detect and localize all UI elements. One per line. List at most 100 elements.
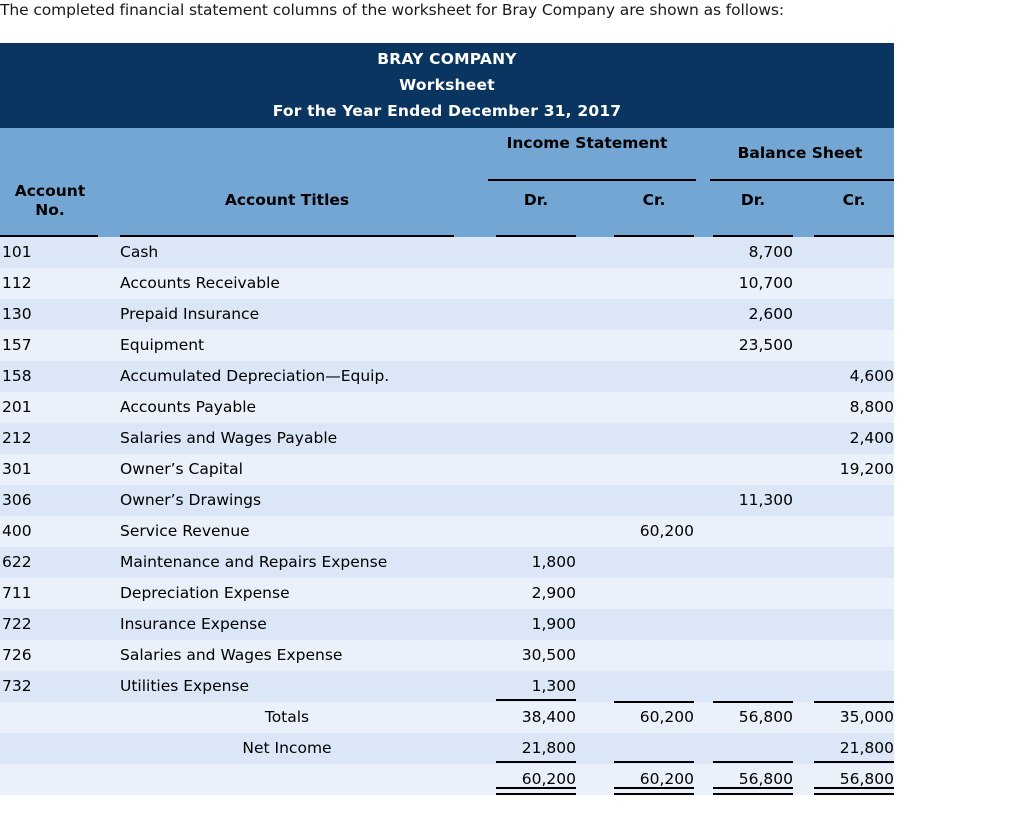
cell-is-dr [496, 423, 576, 454]
cell-is-dr: 38,400 [521, 708, 576, 726]
cell-bs-cr [814, 640, 894, 671]
group-rule-income-statement [488, 179, 696, 181]
cell-bs-cr: 2,400 [849, 429, 894, 447]
cell-is-cr [614, 671, 694, 702]
column-header-account-titles: Account Titles [224, 191, 350, 209]
cell-is-cr: 60,200 [614, 701, 694, 733]
intro-text: The completed financial statement column… [0, 1, 785, 19]
group-rule-balance-sheet [710, 179, 894, 181]
cell-is-cr: 60,200 [639, 522, 694, 540]
cell-is-dr: 60,200 [496, 764, 576, 795]
cell-is-cr [614, 361, 694, 392]
column-header-bs-cr: Cr. [842, 191, 866, 209]
table-row: 157 Equipment 23,500 [0, 330, 894, 361]
group-header-balance-sheet: Balance Sheet [737, 144, 863, 162]
cell-account-title: Prepaid Insurance [120, 305, 260, 323]
table-row: 212 Salaries and Wages Payable 2,400 [0, 423, 894, 454]
cell-is-cr [614, 609, 694, 640]
cell-bs-dr [713, 547, 793, 578]
cell-account-title: Equipment [120, 336, 205, 354]
cell-is-dr: 30,500 [521, 646, 576, 664]
cell-is-cr [614, 547, 694, 578]
cell-bs-dr: 10,700 [738, 274, 793, 292]
cell-bs-cr [814, 547, 894, 578]
group-header-income-statement: Income Statement [506, 134, 668, 152]
cell-bs-dr: 2,600 [748, 305, 793, 323]
cell-is-dr [496, 361, 576, 392]
cell-bs-cr: 8,800 [849, 398, 894, 416]
cell-is-dr: 21,800 [496, 733, 576, 764]
cell-is-cr [614, 299, 694, 330]
cell-account-title: Utilities Expense [120, 677, 250, 695]
table-row: 726 Salaries and Wages Expense 30,500 [0, 640, 894, 671]
cell-account-title: Accumulated Depreciation—Equip. [120, 367, 390, 385]
table-row: 400 Service Revenue 60,200 [0, 516, 894, 547]
cell-account-no: 711 [2, 584, 32, 602]
cell-account-no: 306 [2, 491, 32, 509]
cell-is-dr: 1,300 [496, 671, 576, 702]
cell-bs-dr [713, 609, 793, 640]
cell-is-cr [614, 423, 694, 454]
cell-account-no: 722 [2, 615, 32, 633]
cell-account-no [2, 702, 98, 733]
cell-is-cr [614, 237, 694, 268]
cell-is-dr [496, 392, 576, 423]
totals-row: Totals 38,400 60,200 56,800 35,000 [0, 701, 894, 733]
cell-bs-dr [713, 361, 793, 392]
cell-account-title: Cash [120, 243, 159, 261]
cell-account-title: Owner’s Capital [120, 460, 243, 478]
cell-bs-dr [713, 423, 793, 454]
document-type: Worksheet [399, 76, 495, 94]
cell-bs-cr: 21,800 [814, 733, 894, 764]
net-income-row: Net Income 21,800 21,800 [0, 733, 894, 764]
cell-is-cr [614, 485, 694, 516]
column-header-block: Income Statement Balance Sheet Account N… [0, 128, 894, 237]
cell-account-no: 400 [2, 522, 32, 540]
cell-is-dr: 1,800 [531, 553, 576, 571]
table-row: 112 Accounts Receivable 10,700 [0, 268, 894, 299]
cell-bs-dr [713, 733, 793, 764]
cell-is-cr [614, 640, 694, 671]
cell-account-no: 112 [2, 274, 32, 292]
cell-bs-cr [814, 671, 894, 702]
company-name: BRAY COMPANY [377, 50, 517, 68]
table-row: 101 Cash 8,700 [0, 237, 894, 268]
cell-account-no: 726 [2, 646, 32, 664]
grand-total-row: 60,200 60,200 56,800 56,800 [0, 764, 894, 795]
cell-bs-dr [713, 578, 793, 609]
cell-bs-cr: 56,800 [814, 764, 894, 795]
cell-is-dr [496, 330, 576, 361]
cell-is-cr [614, 330, 694, 361]
cell-bs-dr: 11,300 [738, 491, 793, 509]
cell-bs-cr [814, 578, 894, 609]
cell-bs-dr [713, 640, 793, 671]
cell-is-dr: 2,900 [531, 584, 576, 602]
cell-account-title: Totals [264, 708, 310, 726]
cell-bs-dr: 23,500 [738, 336, 793, 354]
cell-account-no: 130 [2, 305, 32, 323]
table-row: 306 Owner’s Drawings 11,300 [0, 485, 894, 516]
cell-is-cr [614, 578, 694, 609]
cell-is-cr [614, 392, 694, 423]
table-row: 301 Owner’s Capital 19,200 [0, 454, 894, 485]
cell-bs-dr: 56,800 [713, 701, 793, 733]
cell-account-no: 301 [2, 460, 32, 478]
column-header-account-no: Account No. [14, 182, 86, 219]
cell-is-dr [496, 237, 576, 268]
column-header-bs-dr: Dr. [740, 191, 766, 209]
table-row: 722 Insurance Expense 1,900 [0, 609, 894, 640]
cell-is-cr [614, 268, 694, 299]
cell-is-cr: 60,200 [614, 764, 694, 795]
cell-bs-cr [814, 516, 894, 547]
cell-account-no: 101 [2, 243, 32, 261]
reporting-period: For the Year Ended December 31, 2017 [272, 102, 622, 120]
cell-bs-dr [713, 392, 793, 423]
table-row: 158 Accumulated Depreciation—Equip. 4,600 [0, 361, 894, 392]
worksheet-title-block: BRAY COMPANY Worksheet For the Year Ende… [0, 43, 894, 128]
cell-account-no: 201 [2, 398, 32, 416]
cell-is-dr [496, 268, 576, 299]
cell-is-dr [496, 485, 576, 516]
worksheet-rows: 101 Cash 8,700 112 Accounts Receivable 10,700… [0, 237, 894, 795]
cell-account-title: Depreciation Expense [120, 584, 290, 602]
cell-bs-cr: 19,200 [839, 460, 894, 478]
